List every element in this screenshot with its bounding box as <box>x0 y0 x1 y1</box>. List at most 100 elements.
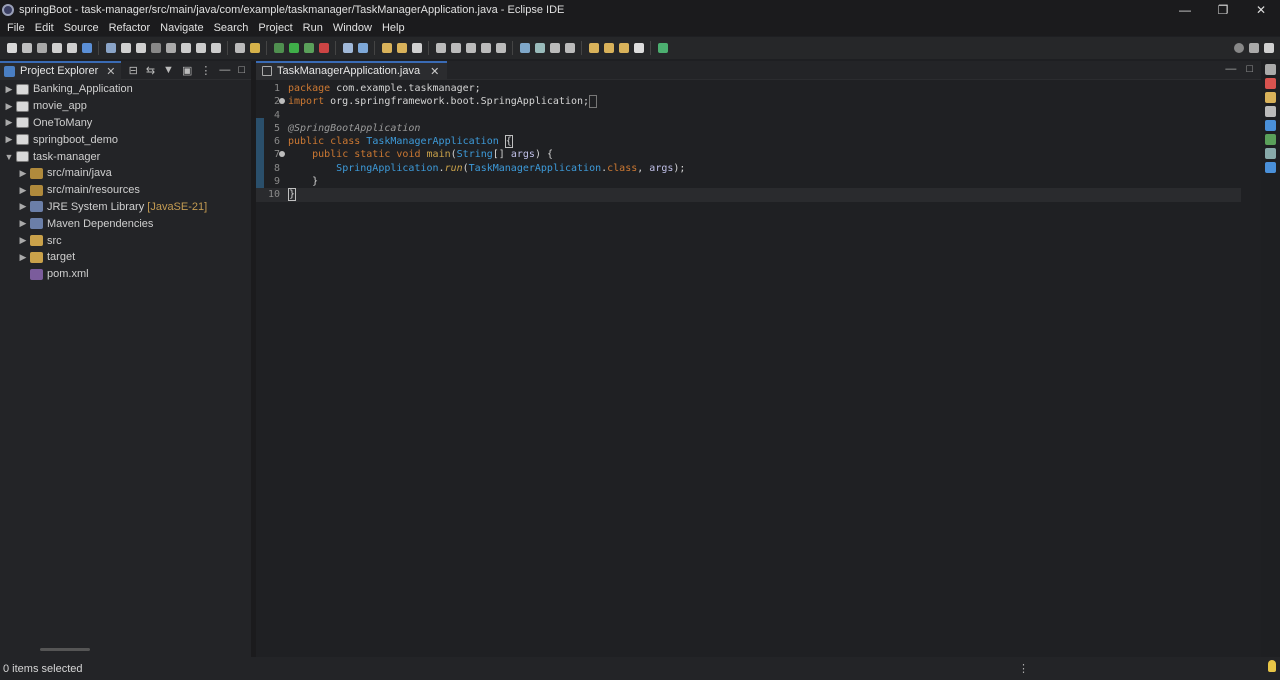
minimize-editor-icon[interactable]: — <box>1225 63 1236 75</box>
link-with-editor-icon[interactable]: ⇆ <box>146 64 155 77</box>
chevron-right-icon[interactable]: ▶ <box>4 134 14 145</box>
tree-item-springboot-demo[interactable]: ▶ springboot_demo <box>0 131 251 148</box>
vertical-scrollbar[interactable] <box>1249 83 1257 643</box>
step-return-icon[interactable] <box>211 43 221 53</box>
chevron-right-icon[interactable]: ▶ <box>18 218 28 229</box>
tip-lightbulb-icon[interactable] <box>1268 660 1276 672</box>
menu-search[interactable]: Search <box>209 22 254 34</box>
search-tool-icon[interactable] <box>412 43 422 53</box>
back-icon[interactable] <box>604 43 614 53</box>
last-edit-location-icon[interactable] <box>589 43 599 53</box>
tree-item-pom-xml[interactable]: pom.xml <box>0 266 251 283</box>
tree-item-target[interactable]: ▶ target <box>0 249 251 266</box>
chevron-right-icon[interactable]: ▶ <box>18 235 28 246</box>
fold-marker-icon[interactable] <box>279 98 285 105</box>
menu-project[interactable]: Project <box>253 22 297 34</box>
close-window-button[interactable]: ✕ <box>1242 0 1280 19</box>
undo-icon[interactable] <box>52 43 62 53</box>
tree-item-banking-application[interactable]: ▶ Banking_Application <box>0 81 251 98</box>
menu-run[interactable]: Run <box>298 22 328 34</box>
annotation-nav-icon[interactable] <box>535 43 545 53</box>
tree-item-src[interactable]: ▶ src <box>0 232 251 249</box>
external-tools-icon[interactable] <box>319 43 329 53</box>
terminal-icon[interactable] <box>82 43 92 53</box>
open-console-icon[interactable] <box>235 43 245 53</box>
new-package-icon[interactable] <box>358 43 368 53</box>
save-all-icon[interactable] <box>37 43 47 53</box>
console-icon[interactable] <box>1265 120 1276 131</box>
open-task-icon[interactable] <box>397 43 407 53</box>
menu-edit[interactable]: Edit <box>30 22 59 34</box>
chevron-right-icon[interactable]: ▶ <box>18 252 28 263</box>
focus-icon[interactable]: ▣ <box>182 64 192 77</box>
tab-project-explorer[interactable]: Project Explorer ✕ <box>0 60 122 80</box>
resume-icon[interactable] <box>121 43 131 53</box>
chevron-right-icon[interactable]: ▶ <box>18 185 28 196</box>
horizontal-scrollbar[interactable] <box>40 648 90 651</box>
boot-dashboard-icon[interactable] <box>1265 162 1276 173</box>
web-browser-icon[interactable] <box>520 43 530 53</box>
tree-item-task-manager[interactable]: ▼ task-manager <box>0 148 251 165</box>
problems-icon[interactable] <box>1265 78 1276 89</box>
coverage-icon[interactable] <box>304 43 314 53</box>
redo-icon[interactable] <box>67 43 77 53</box>
task-list-icon[interactable] <box>1265 148 1276 159</box>
fold-marker-icon[interactable] <box>279 151 285 158</box>
chevron-right-icon[interactable]: ▶ <box>18 201 28 212</box>
tree-item-src-main-java[interactable]: ▶ src/main/java <box>0 165 251 182</box>
chevron-right-icon[interactable]: ▶ <box>18 168 28 179</box>
chevron-right-icon[interactable]: ▶ <box>4 117 14 128</box>
disconnect-icon[interactable] <box>166 43 176 53</box>
menu-window[interactable]: Window <box>328 22 377 34</box>
show-whitespace-icon[interactable] <box>481 43 491 53</box>
menu-file[interactable]: File <box>2 22 30 34</box>
declaration-icon[interactable] <box>1265 106 1276 117</box>
skip-breakpoints-icon[interactable] <box>106 43 116 53</box>
forward-icon[interactable] <box>619 43 629 53</box>
search-icon[interactable] <box>1234 43 1244 53</box>
chevron-down-icon[interactable]: ▼ <box>4 152 14 162</box>
minimize-view-icon[interactable]: — <box>219 64 230 77</box>
save-icon[interactable] <box>22 43 32 53</box>
pilcrow-icon[interactable] <box>496 43 506 53</box>
chevron-right-icon[interactable]: ▶ <box>4 84 14 95</box>
chevron-right-icon[interactable]: ▶ <box>4 101 14 112</box>
open-type-icon[interactable] <box>382 43 392 53</box>
toggle-mark-occurrences-icon[interactable] <box>436 43 446 53</box>
tree-item-movie-app[interactable]: ▶ movie_app <box>0 98 251 115</box>
run-icon[interactable] <box>289 43 299 53</box>
debug-icon[interactable] <box>274 43 284 53</box>
restore-icon[interactable] <box>1265 64 1276 75</box>
collapse-all-icon[interactable]: ⊟ <box>129 64 138 77</box>
navigate-forward-icon[interactable] <box>634 43 644 53</box>
step-into-icon[interactable] <box>181 43 191 53</box>
menu-refactor[interactable]: Refactor <box>104 22 156 34</box>
filter-icon[interactable]: ▼ <box>163 64 174 77</box>
tree-item-onetomany[interactable]: ▶ OneToMany <box>0 115 251 132</box>
javadoc-icon[interactable] <box>1265 92 1276 103</box>
terminate-icon[interactable] <box>151 43 161 53</box>
tree-item-maven-dependencies[interactable]: ▶ Maven Dependencies <box>0 215 251 232</box>
spring-boot-dashboard-icon[interactable] <box>250 43 260 53</box>
toggle-block-selection-icon[interactable] <box>451 43 461 53</box>
close-icon[interactable]: ✕ <box>430 65 439 78</box>
menu-source[interactable]: Source <box>59 22 104 34</box>
tree-item-src-main-resources[interactable]: ▶ src/main/resources <box>0 182 251 199</box>
new-java-project-icon[interactable] <box>343 43 353 53</box>
close-icon[interactable]: ✕ <box>106 65 115 78</box>
menu-help[interactable]: Help <box>377 22 410 34</box>
code-area[interactable]: 1 package com.example.taskmanager; 2 imp… <box>256 82 1241 202</box>
suspend-icon[interactable] <box>136 43 146 53</box>
minimize-button[interactable]: — <box>1166 0 1204 19</box>
new-icon[interactable] <box>7 43 17 53</box>
maximize-editor-icon[interactable]: □ <box>1246 63 1253 75</box>
menu-navigate[interactable]: Navigate <box>155 22 208 34</box>
view-menu-icon[interactable]: ⋮ <box>200 64 211 77</box>
java-perspective-icon[interactable] <box>1264 43 1274 53</box>
maximize-button[interactable]: ❐ <box>1204 0 1242 19</box>
tab-taskmanagerapplication[interactable]: TaskManagerApplication.java ✕ <box>256 60 448 80</box>
pin-editor-icon[interactable] <box>565 43 575 53</box>
word-wrap-icon[interactable] <box>466 43 476 53</box>
next-annotation-icon[interactable] <box>550 43 560 53</box>
tree-item-jre-system-library[interactable]: ▶ JRE System Library [JavaSE-21] <box>0 199 251 216</box>
